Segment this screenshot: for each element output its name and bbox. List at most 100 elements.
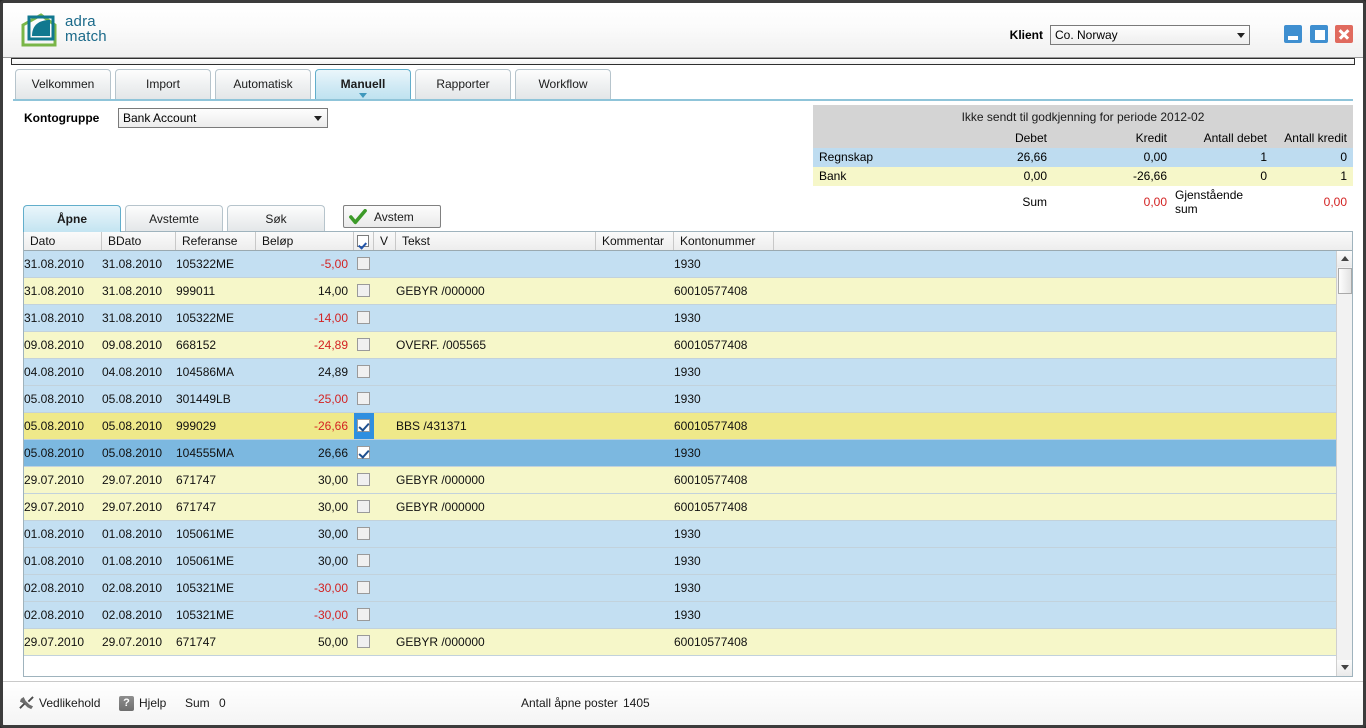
cell-select[interactable] (354, 467, 374, 493)
avstem-button[interactable]: Avstem (343, 205, 441, 228)
tab-rapporter[interactable]: Rapporter (415, 69, 511, 99)
table-row[interactable]: 31.08.2010 31.08.2010 105322ME -5,00 1930 (24, 251, 1336, 278)
cell-select[interactable] (354, 413, 374, 439)
table-row[interactable]: 09.08.2010 09.08.2010 668152 -24,89 OVERF. /… (24, 332, 1336, 359)
table-row[interactable]: 05.08.2010 05.08.2010 104555MA 26,66 1930 (24, 440, 1336, 467)
cell-select[interactable] (354, 251, 374, 277)
cell-referanse: 105322ME (176, 257, 235, 271)
table-row[interactable]: 05.08.2010 05.08.2010 301449LB -25,00 1930 (24, 386, 1336, 413)
grid-vertical-scrollbar[interactable] (1336, 251, 1352, 676)
cell-bdato: 04.08.2010 (102, 365, 163, 379)
cell-select[interactable] (354, 575, 374, 601)
cell-referanse: 104555MA (176, 446, 235, 460)
subtab-avstemte[interactable]: Avstemte (125, 205, 223, 232)
cell-kontonummer: 60010577408 (674, 473, 748, 487)
row-checkbox[interactable] (357, 527, 370, 540)
cell-referanse: 104586MA (176, 365, 235, 379)
row-checkbox[interactable] (357, 581, 370, 594)
cell-kontonummer: 60010577408 (674, 635, 748, 649)
row-checkbox[interactable] (357, 365, 370, 378)
summary-gjenstaende-label: Gjenstående sum (1173, 186, 1273, 219)
summary-row-sum: Sum 0,00 Gjenstående sum 0,00 (813, 186, 1353, 219)
row-checkbox[interactable] (357, 473, 370, 486)
cell-dato: 05.08.2010 (24, 419, 85, 433)
select-all-checkbox[interactable] (357, 235, 369, 247)
scroll-down-button[interactable] (1337, 660, 1352, 676)
close-icon[interactable] (1335, 25, 1353, 43)
cell-select[interactable] (354, 386, 374, 412)
cell-kommentar (596, 575, 670, 601)
grid-col-belop[interactable]: Beløp (256, 232, 354, 250)
cell-dato: 31.08.2010 (24, 311, 85, 325)
tab-label: Workflow (538, 77, 588, 91)
chevron-down-icon (314, 116, 322, 121)
table-row[interactable]: 02.08.2010 02.08.2010 105321ME -30,00 1930 (24, 602, 1336, 629)
grid-col-tekst[interactable]: Tekst (396, 232, 596, 250)
tab-workflow[interactable]: Workflow (515, 69, 611, 99)
row-checkbox[interactable] (357, 284, 370, 297)
table-row[interactable]: 02.08.2010 02.08.2010 105321ME -30,00 1930 (24, 575, 1336, 602)
grid-row-container[interactable]: 31.08.2010 31.08.2010 105322ME -5,00 1930 31.… (24, 251, 1336, 676)
table-row[interactable]: 29.07.2010 29.07.2010 671747 30,00 GEBYR /00… (24, 467, 1336, 494)
row-checkbox[interactable] (357, 554, 370, 567)
maximize-icon[interactable] (1309, 25, 1328, 43)
cell-select[interactable] (354, 440, 374, 466)
grid-col-referanse[interactable]: Referanse (176, 232, 256, 250)
cell-select[interactable] (354, 629, 374, 655)
cell-referanse: 105061ME (176, 527, 235, 541)
cell-select[interactable] (354, 332, 374, 358)
cell-select[interactable] (354, 602, 374, 628)
cell-select[interactable] (354, 494, 374, 520)
row-checkbox[interactable] (357, 419, 370, 432)
cell-select[interactable] (354, 548, 374, 574)
table-row[interactable]: 31.08.2010 31.08.2010 999011 14,00 GEBYR /00… (24, 278, 1336, 305)
cell-kommentar (596, 413, 670, 439)
row-checkbox[interactable] (357, 392, 370, 405)
scrollbar-thumb[interactable] (1338, 268, 1352, 294)
row-checkbox[interactable] (357, 311, 370, 324)
table-row[interactable]: 05.08.2010 05.08.2010 999029 -26,66 BBS /431… (24, 413, 1336, 440)
logo-wordmark: adra match (65, 14, 107, 44)
table-row[interactable]: 04.08.2010 04.08.2010 104586MA 24,89 1930 (24, 359, 1336, 386)
grid-col-v[interactable]: V (374, 232, 396, 250)
vedlikehold-button[interactable]: Vedlikehold (19, 696, 100, 710)
cell-dato: 29.07.2010 (24, 500, 85, 514)
summary-row-bank: Bank 0,00 -26,66 0 1 (813, 167, 1353, 186)
kontogruppe-dropdown[interactable]: Bank Account (118, 108, 328, 128)
cell-select[interactable] (354, 521, 374, 547)
row-checkbox[interactable] (357, 338, 370, 351)
table-row[interactable]: 29.07.2010 29.07.2010 671747 50,00 GEBYR /00… (24, 629, 1336, 656)
row-checkbox[interactable] (357, 257, 370, 270)
row-checkbox[interactable] (357, 446, 370, 459)
grid-col-kommentar[interactable]: Kommentar (596, 232, 674, 250)
hjelp-button[interactable]: ? Hjelp (119, 696, 166, 711)
grid-col-dato[interactable]: Dato (24, 232, 102, 250)
cell-select[interactable] (354, 305, 374, 331)
row-checkbox[interactable] (357, 500, 370, 513)
grid-col-select-all[interactable] (354, 232, 374, 250)
cell-select[interactable] (354, 359, 374, 385)
table-row[interactable]: 01.08.2010 01.08.2010 105061ME 30,00 1930 (24, 548, 1336, 575)
tab-manuell[interactable]: Manuell (315, 69, 411, 99)
scroll-up-button[interactable] (1337, 251, 1352, 267)
tab-velkommen[interactable]: Velkommen (15, 69, 111, 99)
cell-referanse: 999011 (176, 284, 216, 298)
tab-import[interactable]: Import (115, 69, 211, 99)
cell-kommentar (596, 332, 670, 358)
subtab-apne[interactable]: Åpne (23, 205, 121, 232)
grid-col-bdato[interactable]: BDato (102, 232, 176, 250)
tab-automatisk[interactable]: Automatisk (215, 69, 311, 99)
cell-tekst: GEBYR /000000 (396, 500, 485, 514)
minimize-icon[interactable] (1284, 25, 1303, 43)
cell-select[interactable] (354, 278, 374, 304)
table-row[interactable]: 01.08.2010 01.08.2010 105061ME 30,00 1930 (24, 521, 1336, 548)
klient-dropdown[interactable]: Co. Norway (1050, 25, 1250, 45)
table-row[interactable]: 29.07.2010 29.07.2010 671747 30,00 GEBYR /00… (24, 494, 1336, 521)
row-checkbox[interactable] (357, 635, 370, 648)
klient-value: Co. Norway (1055, 28, 1118, 42)
kontogruppe-value: Bank Account (123, 111, 197, 125)
table-row[interactable]: 31.08.2010 31.08.2010 105322ME -14,00 1930 (24, 305, 1336, 332)
grid-col-kontonummer[interactable]: Kontonummer (674, 232, 774, 250)
subtab-sok[interactable]: Søk (227, 205, 325, 232)
row-checkbox[interactable] (357, 608, 370, 621)
